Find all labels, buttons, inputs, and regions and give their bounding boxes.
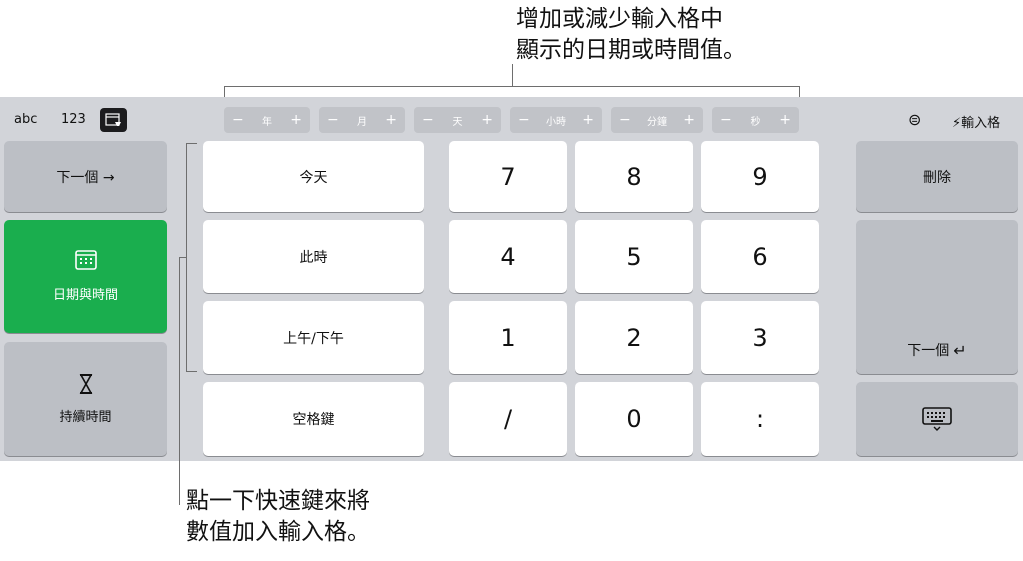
stepper-minute[interactable]: − 分鐘 +	[611, 107, 703, 133]
key-5[interactable]: 5	[575, 220, 693, 293]
key-8[interactable]: 8	[575, 141, 693, 212]
callout-shortcuts-line1: 點一下快速鍵來將	[186, 488, 370, 514]
enter-field-button[interactable]: ⚡輸入格	[952, 112, 1000, 131]
key-6[interactable]: 6	[701, 220, 819, 293]
key-0-label: 0	[626, 405, 642, 433]
shortcut-callout-tick	[179, 257, 187, 258]
today-label: 今天	[299, 169, 328, 186]
day-minus-button[interactable]: −	[422, 112, 434, 128]
datetime-mode-label: 日期與時間	[52, 288, 118, 303]
callout-steppers-line1: 增加或減少輸入格中	[516, 6, 723, 32]
now-label: 此時	[299, 249, 328, 266]
ampm-label: 上午/下午	[283, 330, 344, 347]
datetime-keyboard-icon[interactable]	[100, 108, 127, 132]
hour-minus-button[interactable]: −	[518, 112, 530, 128]
delete-label: 刪除	[923, 169, 951, 186]
key-6-label: 6	[752, 242, 768, 271]
key-slash-label: /	[503, 405, 513, 433]
callout-steppers: 增加或減少輸入格中 顯示的日期或時間值。	[516, 4, 746, 66]
minute-label: 分鐘	[647, 116, 667, 128]
minute-minus-button[interactable]: −	[619, 112, 631, 128]
format-icon[interactable]: ⊜	[908, 110, 921, 129]
month-minus-button[interactable]: −	[327, 112, 339, 128]
next-return-label: 下一個	[907, 343, 950, 359]
return-icon: ↵	[953, 341, 967, 360]
key-7[interactable]: 7	[449, 141, 567, 212]
shortcut-bracket-top	[186, 143, 197, 144]
next-field-button[interactable]: 下一個 →	[4, 141, 167, 212]
numbers-key[interactable]: 123	[61, 112, 86, 127]
lightning-icon: ⚡	[952, 116, 962, 131]
ampm-key[interactable]: 上午/下午	[203, 301, 424, 374]
key-8-label: 8	[626, 162, 642, 191]
key-colon-label: :	[755, 405, 765, 433]
callout-shortcuts: 點一下快速鍵來將 數值加入輸入格。	[186, 486, 370, 548]
key-3-label: 3	[752, 323, 768, 352]
hourglass-icon	[79, 373, 92, 394]
second-plus-button[interactable]: +	[779, 112, 791, 128]
key-4[interactable]: 4	[449, 220, 567, 293]
keyboard-dismiss-icon	[922, 407, 952, 431]
minute-plus-button[interactable]: +	[683, 112, 695, 128]
key-1-label: 1	[500, 323, 516, 352]
callout-line	[512, 64, 513, 86]
shortcut-bracket-bottom	[186, 371, 197, 372]
year-label: 年	[262, 116, 272, 128]
key-9-label: 9	[752, 162, 768, 191]
space-key[interactable]: 空格鍵	[203, 382, 424, 456]
space-label: 空格鍵	[292, 412, 335, 428]
year-plus-button[interactable]: +	[290, 112, 302, 128]
duration-mode-label: 持續時間	[59, 409, 112, 425]
stepper-year[interactable]: − 年 +	[224, 107, 310, 133]
duration-mode-button[interactable]: 持續時間	[4, 342, 167, 456]
key-2-label: 2	[626, 323, 642, 352]
stepper-second[interactable]: − 秒 +	[712, 107, 799, 133]
hour-plus-button[interactable]: +	[582, 112, 594, 128]
day-plus-button[interactable]: +	[481, 112, 493, 128]
day-label: 天	[452, 116, 463, 128]
stepper-hour[interactable]: − 小時 +	[510, 107, 602, 133]
today-key[interactable]: 今天	[203, 141, 424, 212]
key-5-label: 5	[626, 242, 642, 271]
key-0[interactable]: 0	[575, 382, 693, 456]
now-key[interactable]: 此時	[203, 220, 424, 293]
delete-button[interactable]: 刪除	[856, 141, 1018, 212]
key-1[interactable]: 1	[449, 301, 567, 374]
callout-shortcuts-line2: 數值加入輸入格。	[186, 519, 370, 545]
year-minus-button[interactable]: −	[232, 112, 244, 128]
callout-bracket	[224, 86, 800, 87]
next-return-button[interactable]: 下一個 ↵	[856, 220, 1018, 374]
stepper-month[interactable]: − 月 +	[319, 107, 405, 133]
key-9[interactable]: 9	[701, 141, 819, 212]
month-label: 月	[357, 116, 367, 128]
next-field-label: 下一個 →	[56, 169, 115, 186]
second-label: 秒	[750, 116, 761, 128]
key-7-label: 7	[500, 162, 516, 191]
shortcut-callout-line	[179, 257, 180, 505]
hour-label: 小時	[546, 116, 566, 128]
datetime-mode-button[interactable]: 日期與時間	[4, 220, 167, 333]
key-3[interactable]: 3	[701, 301, 819, 374]
key-2[interactable]: 2	[575, 301, 693, 374]
key-slash[interactable]: /	[449, 382, 567, 456]
month-plus-button[interactable]: +	[385, 112, 397, 128]
callout-steppers-line2: 顯示的日期或時間值。	[516, 37, 746, 63]
key-colon[interactable]: :	[701, 382, 819, 456]
enter-field-label: 輸入格	[961, 116, 1001, 131]
key-4-label: 4	[500, 242, 516, 271]
hide-keyboard-button[interactable]	[856, 382, 1018, 456]
abc-key[interactable]: abc	[14, 112, 37, 127]
second-minus-button[interactable]: −	[720, 112, 732, 128]
stepper-day[interactable]: − 天 +	[414, 107, 501, 133]
calendar-icon	[74, 250, 97, 270]
